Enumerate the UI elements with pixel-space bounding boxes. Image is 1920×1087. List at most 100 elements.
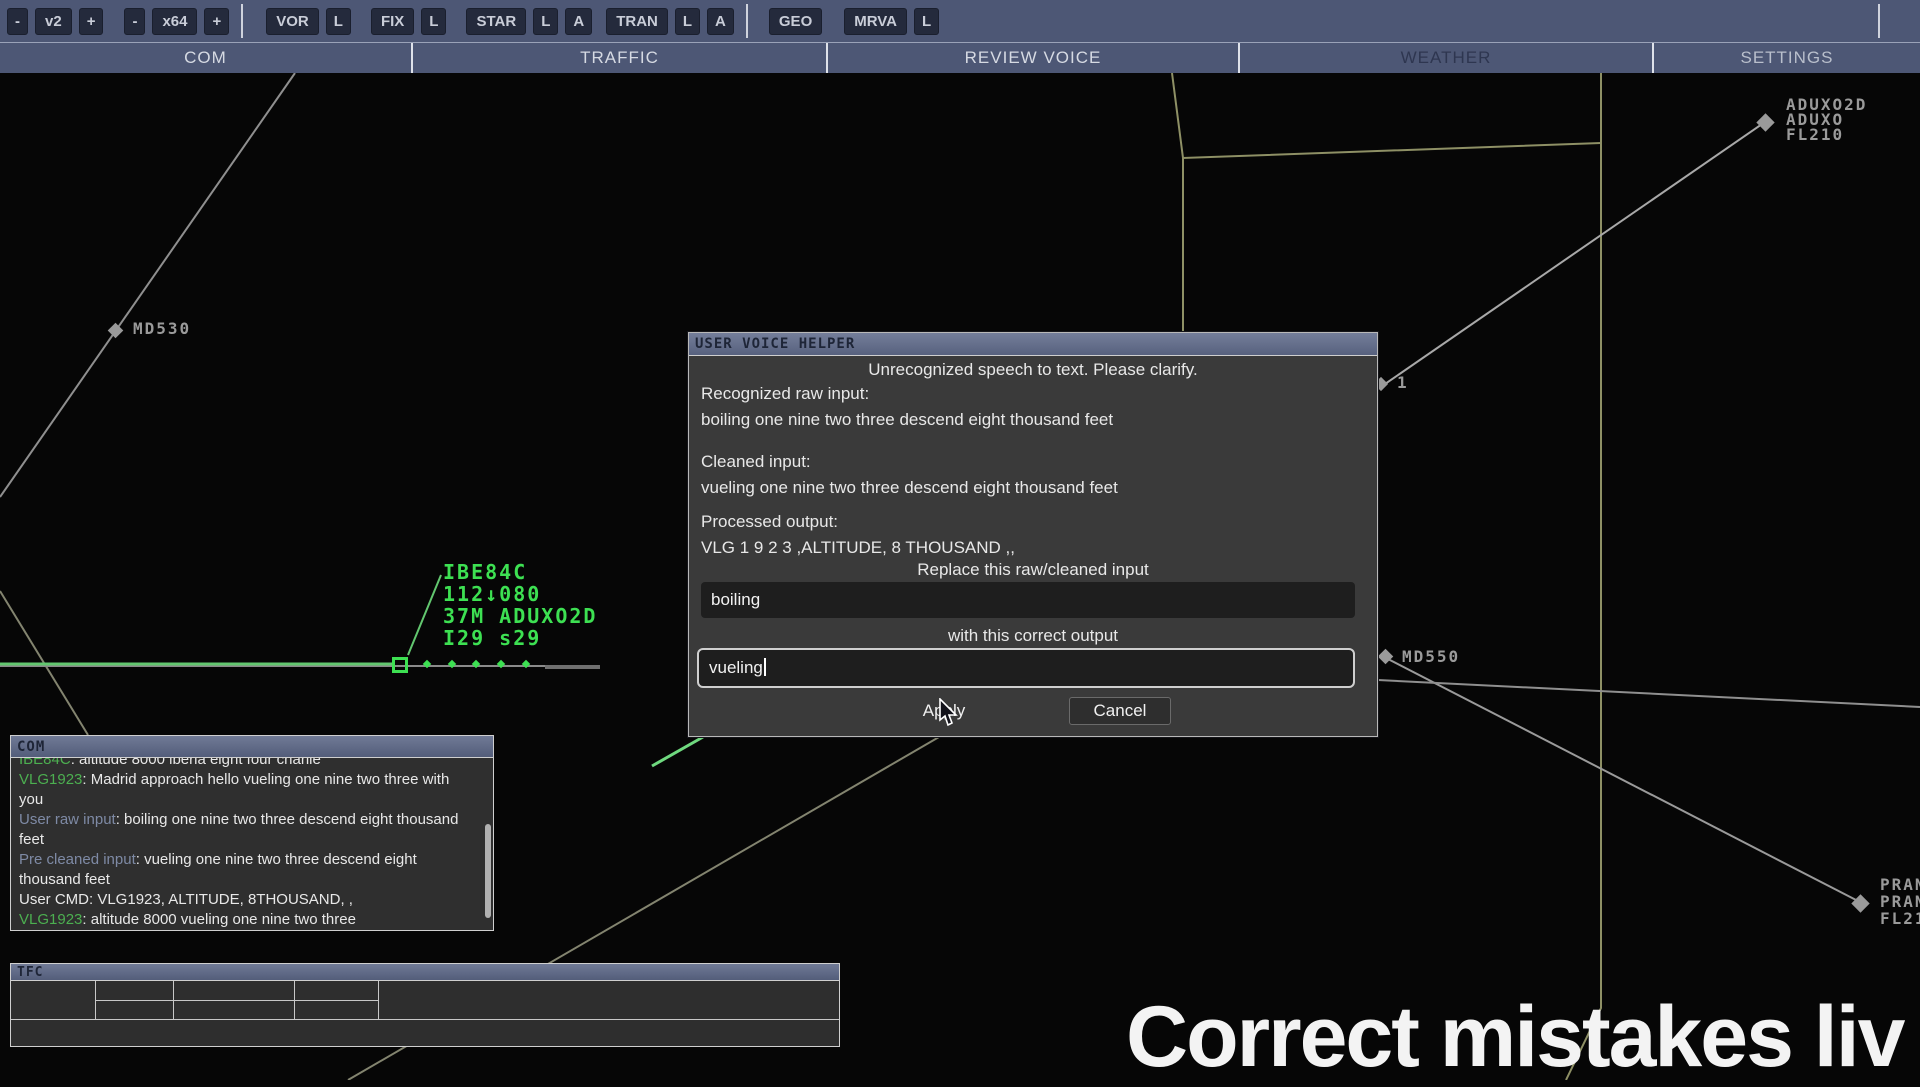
recognized-raw-label: Recognized raw input: xyxy=(701,384,870,403)
waypoint-procedure: PRAN xyxy=(1880,876,1920,894)
main-tab-bar: COM TRAFFIC REVIEW VOICE WEATHER SETTING… xyxy=(0,42,1920,73)
waypoint-label-aduxo: ADUXO2D ADUXO FL210 xyxy=(1786,97,1867,144)
aircraft-datablock[interactable]: IBE84C 112↓080 37M ADUXO2D I29 s29 xyxy=(443,561,597,649)
message-label: Pre cleaned input xyxy=(19,851,136,868)
tfc-cell[interactable] xyxy=(96,1001,173,1020)
waypoint-label-pran: PRAN PRAN FL21 xyxy=(1880,876,1920,927)
tab-review-voice[interactable]: REVIEW VOICE xyxy=(828,43,1240,73)
tfc-cell[interactable] xyxy=(174,1001,294,1020)
waypoint-fix: PRAN xyxy=(1880,892,1920,911)
v2-button[interactable]: v2 xyxy=(35,7,72,35)
message-label: User raw input xyxy=(19,811,116,828)
airway-line xyxy=(1377,679,1920,708)
tab-com[interactable]: COM xyxy=(0,43,413,73)
video-caption: Correct mistakes liv xyxy=(1126,989,1905,1085)
vor-toggle[interactable]: VOR xyxy=(266,7,319,35)
mrva-label-toggle[interactable]: L xyxy=(914,7,940,35)
sector-boundary-line xyxy=(1171,72,1602,160)
tfc-cell[interactable] xyxy=(11,981,96,1019)
waypoint-level: FL21 xyxy=(1880,909,1920,927)
user-voice-helper-dialog: USER VOICE HELPER Unrecognized speech to… xyxy=(688,332,1378,737)
message-callsign: VLG1923 xyxy=(19,911,83,928)
tab-traffic[interactable]: TRAFFIC xyxy=(413,43,828,73)
aircraft-next-waypoint: 37M ADUXO2D xyxy=(443,604,598,628)
com-message: IBE84C: altitude 8000 iberia eight four … xyxy=(19,758,477,770)
tfc-cell[interactable] xyxy=(96,981,173,1001)
com-message: VLG1923: altitude 8000 vueling one nine … xyxy=(19,910,477,930)
aircraft-position-icon[interactable] xyxy=(392,657,408,673)
aircraft-leader-line xyxy=(407,574,442,656)
radar-screen: MD530 MD550 ADUXO2D ADUXO FL210 PRAN PRA… xyxy=(0,0,1920,1085)
message-text: : VLG1923, ALTITUDE, 8THOUSAND, , xyxy=(89,891,353,908)
correct-output-text: vueling xyxy=(709,658,763,677)
toolbar-separator xyxy=(1878,4,1880,38)
cleaned-input-value: vueling one nine two three descend eight… xyxy=(701,478,1118,497)
com-scroll-content: IBE84C: altitude 8000 iberia eight four … xyxy=(19,758,477,930)
dialog-titlebar[interactable]: USER VOICE HELPER xyxy=(689,333,1377,356)
tfc-column xyxy=(96,981,174,1019)
message-label: User CMD xyxy=(19,891,89,908)
waypoint-label-md550: MD550 xyxy=(1402,647,1461,666)
waypoint-label-md530: MD530 xyxy=(133,319,192,338)
dialog-body: Unrecognized speech to text. Please clar… xyxy=(689,356,1377,736)
tfc-cell[interactable] xyxy=(295,1001,378,1020)
waypoint-label-partial: 1 xyxy=(1397,373,1409,392)
dialog-prompt: Unrecognized speech to text. Please clar… xyxy=(868,360,1198,379)
zoom-increment-button[interactable]: + xyxy=(204,7,230,35)
tab-settings[interactable]: SETTINGS xyxy=(1654,43,1920,73)
fix-label-toggle[interactable]: L xyxy=(421,7,447,35)
geo-toggle[interactable]: GEO xyxy=(768,7,823,35)
zoom-scale-button[interactable]: x64 xyxy=(152,7,198,35)
mouse-cursor-icon xyxy=(938,697,960,733)
tran-alt-toggle[interactable]: A xyxy=(707,7,734,35)
zoom-decrement-button[interactable]: - xyxy=(124,7,146,35)
message-callsign: VLG1923 xyxy=(19,771,83,788)
correct-output-label: with this correct output xyxy=(947,626,1119,645)
tfc-cell[interactable] xyxy=(295,981,378,1001)
map-toolbar: - v2 + - x64 + VOR L FIX L STAR L A TRAN… xyxy=(0,0,1920,42)
sector-boundary-line xyxy=(1565,73,1602,1080)
tran-label-toggle[interactable]: L xyxy=(674,7,701,35)
recognized-raw-value: boiling one nine two three descend eight… xyxy=(701,410,1114,429)
com-message: User CMD: VLG1923, ALTITUDE, 8THOUSAND, … xyxy=(19,890,477,910)
cleaned-input-label: Cleaned input: xyxy=(701,452,811,471)
processed-output-value: VLG 1 9 2 3 ,ALTITUDE, 8 THOUSAND ,, xyxy=(701,538,1015,557)
tfc-cell[interactable] xyxy=(379,981,839,1019)
tfc-footer-row[interactable] xyxy=(11,1020,839,1046)
correct-output-field[interactable]: vueling xyxy=(697,648,1355,688)
star-alt-toggle[interactable]: A xyxy=(565,7,593,35)
com-message-list[interactable]: IBE84C: altitude 8000 iberia eight four … xyxy=(11,758,493,930)
com-message: VLG1923: Madrid approach hello vueling o… xyxy=(19,770,477,810)
v2-decrement-button[interactable]: - xyxy=(7,7,28,35)
star-label-toggle[interactable]: L xyxy=(533,7,559,35)
mrva-toggle[interactable]: MRVA xyxy=(844,7,908,35)
waypoint-level: FL210 xyxy=(1786,125,1845,144)
aircraft-callsign: IBE84C xyxy=(443,560,528,584)
aircraft-speed: I29 s29 xyxy=(443,626,542,650)
vor-label-toggle[interactable]: L xyxy=(325,7,351,35)
tran-toggle[interactable]: TRAN xyxy=(606,7,668,35)
com-panel-title[interactable]: COM xyxy=(11,736,493,758)
tfc-panel: TFC xyxy=(10,963,840,1047)
v2-increment-button[interactable]: + xyxy=(78,7,104,35)
star-toggle[interactable]: STAR xyxy=(466,7,527,35)
cancel-button[interactable]: Cancel xyxy=(1069,697,1171,725)
airway-line xyxy=(0,72,296,498)
toolbar-separator xyxy=(241,4,244,38)
tfc-cell[interactable] xyxy=(174,981,294,1001)
processed-output-label: Processed output: xyxy=(701,512,839,531)
message-text: : altitude 8000 iberia eight four charli… xyxy=(70,758,321,768)
toolbar-separator xyxy=(745,4,748,38)
com-message: User raw input: boiling one nine two thr… xyxy=(19,810,477,850)
fix-toggle[interactable]: FIX xyxy=(370,7,415,35)
com-scrollbar[interactable] xyxy=(485,824,491,918)
tfc-table xyxy=(11,981,839,1020)
text-caret xyxy=(763,658,766,676)
aircraft-altitude: 112↓080 xyxy=(443,582,542,606)
tab-weather[interactable]: WEATHER xyxy=(1240,43,1654,73)
tfc-panel-title[interactable]: TFC xyxy=(11,964,839,981)
aircraft-route-line xyxy=(651,735,704,768)
replace-input-field[interactable] xyxy=(701,582,1355,618)
tfc-column xyxy=(295,981,379,1019)
tfc-column xyxy=(174,981,295,1019)
